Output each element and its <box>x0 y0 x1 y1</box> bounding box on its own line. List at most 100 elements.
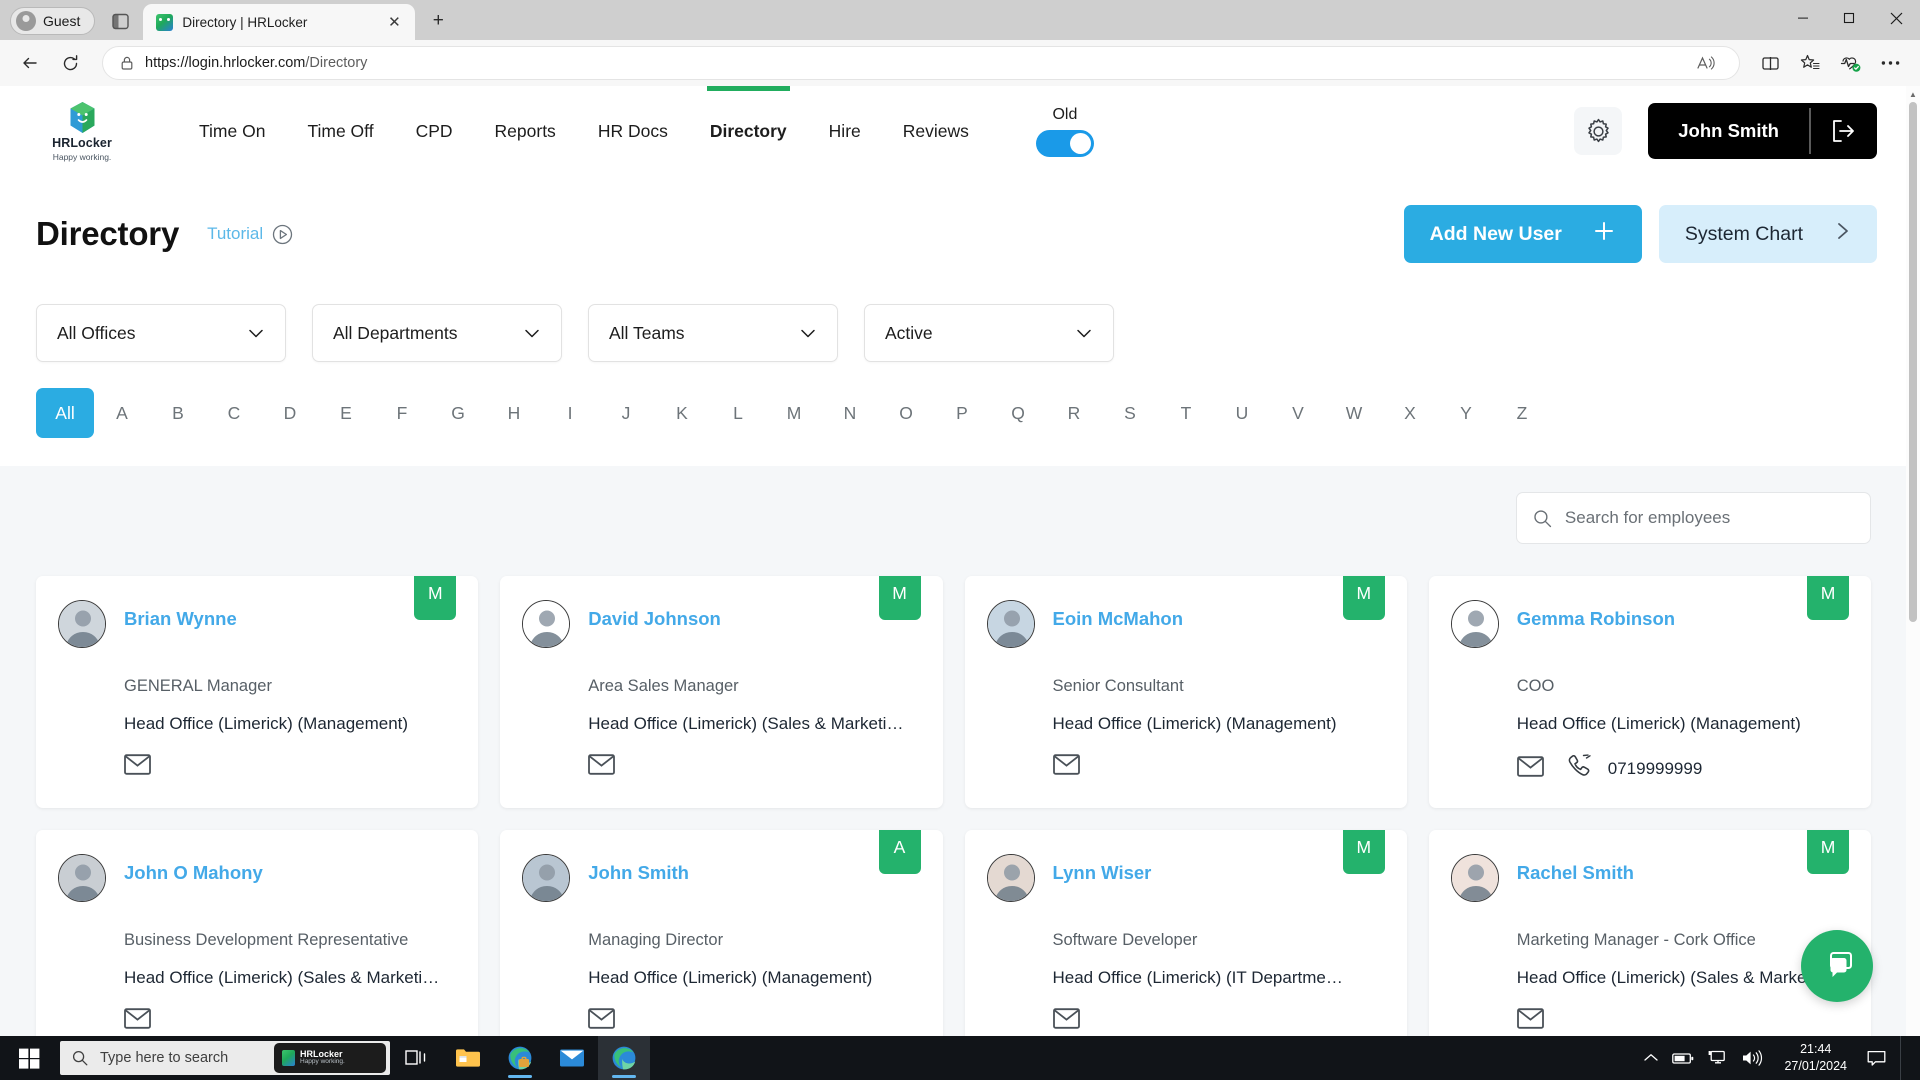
alphabet-filter-v[interactable]: V <box>1270 388 1326 438</box>
show-hidden-icons-button[interactable] <box>1644 1036 1659 1080</box>
employee-card[interactable]: M Gemma Robinson COO Head Office (Limerick)… <box>1428 576 1871 808</box>
alphabet-filter-j[interactable]: J <box>598 388 654 438</box>
chat-support-button[interactable] <box>1801 930 1873 1002</box>
employee-card[interactable]: M Rachel Smith Marketing Manager - Cork Of… <box>1428 830 1871 1036</box>
email-button[interactable] <box>1516 1008 1544 1034</box>
nav-item-reviews[interactable]: Reviews <box>882 86 990 176</box>
employee-name[interactable]: Eoin McMahon <box>1053 600 1184 629</box>
close-window-button[interactable] <box>1872 0 1920 36</box>
nav-item-time-on[interactable]: Time On <box>178 86 286 176</box>
phone-button[interactable] <box>1566 754 1592 783</box>
alphabet-filter-z[interactable]: Z <box>1494 388 1550 438</box>
scrollbar-thumb[interactable] <box>1909 102 1917 622</box>
task-view-button[interactable] <box>390 1036 442 1080</box>
employee-card[interactable]: M Brian Wynne GENERAL Manager Head Office (… <box>36 576 479 808</box>
alphabet-filter-b[interactable]: B <box>150 388 206 438</box>
file-explorer-button[interactable] <box>442 1036 494 1080</box>
alphabet-filter-q[interactable]: Q <box>990 388 1046 438</box>
new-tab-button[interactable]: + <box>423 6 453 36</box>
alphabet-filter-x[interactable]: X <box>1382 388 1438 438</box>
split-screen-icon[interactable] <box>1752 45 1788 81</box>
version-toggle[interactable] <box>1035 129 1094 157</box>
email-button[interactable] <box>124 1008 151 1034</box>
alphabet-filter-p[interactable]: P <box>934 388 990 438</box>
tab-actions-icon[interactable] <box>103 5 137 37</box>
alphabet-filter-e[interactable]: E <box>318 388 374 438</box>
employee-name[interactable]: David Johnson <box>588 600 721 629</box>
address-bar[interactable]: https://login.hrlocker.com/Directory <box>102 46 1740 80</box>
alphabet-filter-t[interactable]: T <box>1158 388 1214 438</box>
alphabet-filter-r[interactable]: R <box>1046 388 1102 438</box>
close-tab-icon[interactable]: ✕ <box>383 11 405 33</box>
alphabet-filter-n[interactable]: N <box>822 388 878 438</box>
reload-icon[interactable] <box>52 45 88 81</box>
employee-name[interactable]: Brian Wynne <box>124 600 237 629</box>
employee-name[interactable]: Rachel Smith <box>1517 854 1634 883</box>
email-button[interactable] <box>588 1008 616 1034</box>
nav-item-time-off[interactable]: Time Off <box>286 86 394 176</box>
browser-tab[interactable]: Directory | HRLocker ✕ <box>143 4 416 40</box>
hrlocker-logo[interactable]: HRLocker Happy working. <box>34 101 130 162</box>
nav-item-hr-docs[interactable]: HR Docs <box>577 86 689 176</box>
email-button[interactable] <box>124 754 151 780</box>
filter-departments-select[interactable]: All Departments <box>312 304 562 362</box>
nav-item-reports[interactable]: Reports <box>474 86 577 176</box>
alphabet-filter-o[interactable]: O <box>878 388 934 438</box>
profile-button[interactable]: Guest <box>10 7 96 35</box>
filter-offices-select[interactable]: All Offices <box>36 304 286 362</box>
employee-card[interactable]: John O Mahony Business Development Repres… <box>36 830 479 1036</box>
nav-item-directory[interactable]: Directory <box>689 86 808 176</box>
page-scrollbar[interactable]: ▲ <box>1906 86 1920 1036</box>
tutorial-link[interactable]: Tutorial <box>207 224 293 245</box>
browser-essentials-icon[interactable] <box>1832 45 1868 81</box>
alphabet-filter-d[interactable]: D <box>262 388 318 438</box>
user-menu[interactable]: John Smith <box>1648 103 1877 159</box>
alphabet-filter-g[interactable]: G <box>430 388 486 438</box>
minimize-button[interactable] <box>1780 0 1826 36</box>
alphabet-filter-all[interactable]: All <box>36 388 94 438</box>
nav-item-cpd[interactable]: CPD <box>395 86 474 176</box>
email-button[interactable] <box>588 754 616 780</box>
search-box[interactable] <box>1516 492 1871 544</box>
scroll-up-icon[interactable]: ▲ <box>1906 86 1920 102</box>
taskbar-clock[interactable]: 21:44 27/01/2024 <box>1778 1041 1853 1075</box>
maximize-button[interactable] <box>1826 0 1872 36</box>
alphabet-filter-l[interactable]: L <box>710 388 766 438</box>
alphabet-filter-w[interactable]: W <box>1326 388 1382 438</box>
browser-menu-icon[interactable] <box>1872 45 1908 81</box>
mail-button[interactable] <box>546 1036 598 1080</box>
settings-button[interactable] <box>1574 107 1623 155</box>
alphabet-filter-y[interactable]: Y <box>1438 388 1494 438</box>
add-new-user-button[interactable]: Add New User <box>1403 205 1642 263</box>
search-input[interactable] <box>1564 508 1854 528</box>
employee-name[interactable]: Lynn Wiser <box>1053 854 1152 883</box>
start-button[interactable] <box>0 1036 58 1080</box>
read-aloud-icon[interactable] <box>1679 49 1733 77</box>
filter-status-select[interactable]: Active <box>864 304 1114 362</box>
battery-icon[interactable] <box>1672 1036 1694 1080</box>
system-chart-button[interactable]: System Chart <box>1658 205 1877 263</box>
nav-item-hire[interactable]: Hire <box>808 86 882 176</box>
employee-name[interactable]: John Smith <box>588 854 689 883</box>
alphabet-filter-c[interactable]: C <box>206 388 262 438</box>
edge-browser-button[interactable] <box>598 1036 650 1080</box>
email-button[interactable] <box>1516 755 1544 782</box>
email-button[interactable] <box>1052 1008 1080 1034</box>
alphabet-filter-m[interactable]: M <box>766 388 822 438</box>
favorites-icon[interactable] <box>1792 45 1828 81</box>
email-button[interactable] <box>1052 754 1080 780</box>
alphabet-filter-f[interactable]: F <box>374 388 430 438</box>
filter-teams-select[interactable]: All Teams <box>588 304 838 362</box>
alphabet-filter-s[interactable]: S <box>1102 388 1158 438</box>
logout-button[interactable] <box>1811 103 1877 159</box>
employee-card[interactable]: M David Johnson Area Sales Manager Head Off… <box>500 576 943 808</box>
taskbar-search[interactable]: Type here to search HRLocker Happy worki… <box>60 1041 390 1075</box>
employee-card[interactable]: A John Smith Managing Director Head Office … <box>500 830 943 1036</box>
alphabet-filter-k[interactable]: K <box>654 388 710 438</box>
employee-name[interactable]: Gemma Robinson <box>1517 600 1675 629</box>
show-desktop-button[interactable] <box>1900 1036 1914 1080</box>
employee-card[interactable]: M Eoin McMahon Senior Consultant Head Offic… <box>964 576 1407 808</box>
volume-icon[interactable] <box>1742 1036 1764 1080</box>
alphabet-filter-u[interactable]: U <box>1214 388 1270 438</box>
network-icon[interactable] <box>1708 1036 1728 1080</box>
